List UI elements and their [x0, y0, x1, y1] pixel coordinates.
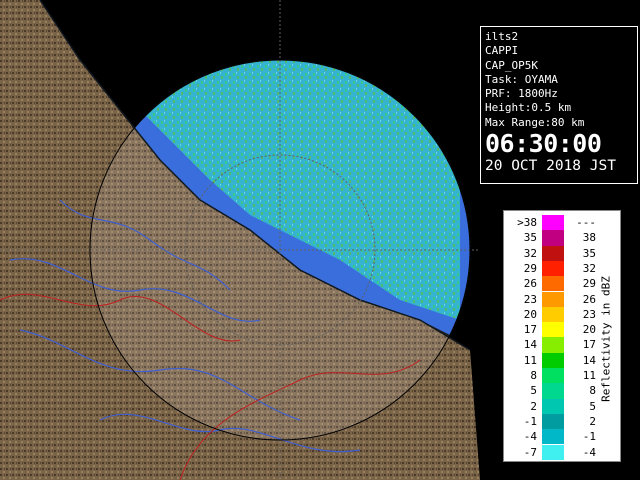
legend-row: 20 23	[508, 306, 600, 323]
legend-swatch	[542, 368, 564, 384]
legend-swatch	[542, 429, 564, 445]
legend-swatch	[542, 291, 564, 307]
legend-upper-bound: 5	[589, 399, 596, 413]
legend-row: 25	[508, 398, 600, 414]
legend-upper-bound: -4	[582, 445, 596, 459]
legend-swatch	[542, 413, 564, 430]
radar-map	[0, 0, 480, 480]
legend-upper-bound: -1	[582, 430, 596, 444]
legend-row: 58	[508, 383, 600, 399]
legend-row: 8 11	[508, 368, 600, 384]
legend-row: >38 ---	[508, 215, 600, 231]
date-display: 20 OCT 2018 JST	[485, 158, 616, 175]
legend-swatch	[542, 215, 564, 231]
height-value: Height:0.5 km	[485, 101, 572, 115]
legend-upper-bound: 2	[589, 414, 596, 428]
legend-row: 29 32	[508, 260, 600, 277]
legend-lower-bound: 11	[523, 353, 537, 367]
legend-upper-bound: 29	[582, 277, 596, 291]
legend-lower-bound: 14	[523, 338, 537, 352]
legend-lower-bound: 23	[523, 292, 537, 306]
info-panel: ilts2 CAPPI CAP_OP5K Task: OYAMA PRF: 18…	[480, 26, 638, 184]
product-code: CAP_OP5K	[485, 58, 538, 72]
legend-swatch	[542, 276, 564, 292]
legend-row: 26 29	[508, 276, 600, 292]
legend-swatch	[542, 322, 564, 338]
legend-upper-bound: 20	[582, 323, 596, 337]
legend-upper-bound: 32	[582, 261, 596, 275]
legend-lower-bound: -4	[523, 430, 537, 444]
legend-row: -1 2	[508, 413, 600, 430]
legend-lower-bound: 2	[530, 399, 537, 413]
legend-row: 23 26	[508, 291, 600, 307]
legend-lower-bound: -7	[523, 445, 537, 459]
legend-swatch	[542, 383, 564, 399]
legend-row: 35 38	[508, 230, 600, 246]
legend-lower-bound: 26	[523, 277, 537, 291]
legend-lower-bound: 29	[523, 261, 537, 275]
legend-swatch	[542, 337, 564, 353]
legend-row: -4 -1	[508, 429, 600, 445]
legend-upper-bound: 17	[582, 338, 596, 352]
legend-lower-bound: 8	[530, 369, 537, 382]
time-display: 06:30:00	[485, 129, 602, 159]
legend-lower-bound: 5	[530, 384, 537, 398]
legend-row: 14 17	[508, 337, 600, 353]
legend-upper-bound: 35	[582, 246, 596, 260]
product-type: CAPPI	[485, 44, 519, 58]
legend-swatch	[542, 352, 564, 368]
legend-panel: >38 --- 35 38 32 35 29 32 26 29 23 26 20 23 17 20 14 17 11…	[503, 210, 621, 462]
legend-lower-bound: >38	[517, 216, 537, 229]
legend-upper-bound: 8	[589, 384, 596, 398]
legend-upper-bound: 26	[582, 292, 596, 306]
legend-upper-bound: 14	[582, 353, 596, 367]
legend-upper-bound: ---	[576, 216, 596, 229]
legend-lower-bound: 35	[523, 231, 537, 245]
prf-value: PRF: 1800Hz	[485, 87, 558, 101]
legend-upper-bound: 23	[582, 307, 596, 321]
legend-row: 11 14	[508, 352, 600, 368]
legend-swatch	[542, 245, 564, 261]
legend-row: -7 -4	[508, 444, 600, 460]
legend-title: Reflectivity in dBZ	[599, 276, 613, 402]
max-range: Max Range:80 km	[485, 115, 585, 129]
legend-swatch	[542, 260, 564, 277]
legend-lower-bound: 17	[523, 323, 537, 337]
legend-upper-bound: 11	[582, 369, 596, 382]
legend-upper-bound: 38	[582, 231, 596, 245]
legend-swatch	[542, 306, 564, 323]
legend-lower-bound: -1	[523, 414, 537, 428]
legend-row: 32 35	[508, 245, 600, 261]
legend-swatch	[542, 230, 564, 246]
legend-lower-bound: 20	[523, 307, 537, 321]
legend-lower-bound: 32	[523, 246, 537, 260]
radar-name: ilts2	[485, 30, 519, 43]
task-name: Task: OYAMA	[485, 72, 558, 86]
legend-row: 17 20	[508, 322, 600, 338]
legend-swatch	[542, 398, 564, 414]
legend-swatch	[542, 444, 564, 460]
